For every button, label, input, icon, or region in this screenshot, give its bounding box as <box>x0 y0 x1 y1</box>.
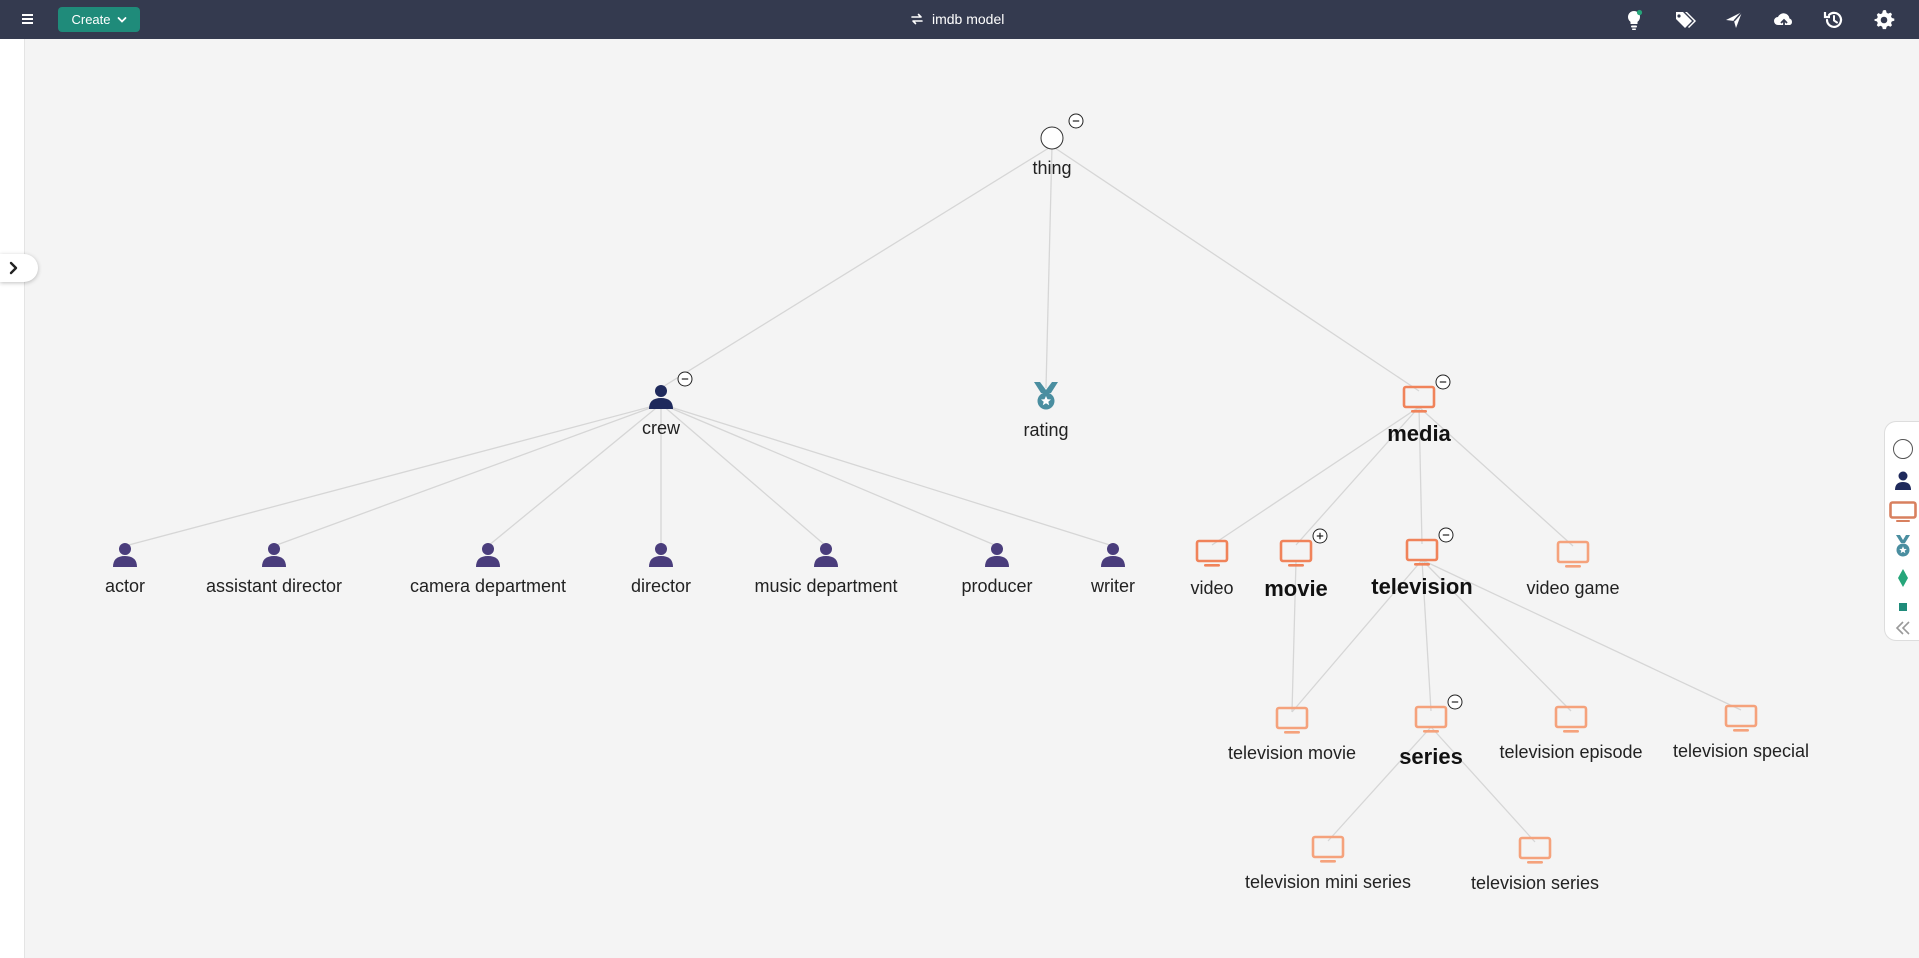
node-type-legend <box>1884 421 1919 641</box>
person-icon[interactable] <box>1892 469 1914 491</box>
node-label: thing <box>1032 158 1071 178</box>
double-chevron-left-icon[interactable] <box>1892 617 1914 639</box>
node-label: television mini series <box>1245 872 1411 892</box>
settings-gear-icon[interactable] <box>1872 8 1896 32</box>
square-icon[interactable] <box>1892 596 1914 618</box>
node-label: assistant director <box>206 576 342 596</box>
edge-crew-producer <box>660 403 998 547</box>
node-label: media <box>1387 421 1451 446</box>
edge-thing-media <box>1051 145 1420 392</box>
node-label: television <box>1371 574 1472 599</box>
graph-nodes: thing crew rating media actor assistant direc… <box>105 113 1809 893</box>
graph-node-media[interactable]: media <box>1387 374 1452 446</box>
graph-node-thing[interactable]: thing <box>1032 113 1084 178</box>
graph-node-music-department[interactable]: music department <box>754 543 898 596</box>
edge-crew-actor <box>124 403 662 547</box>
graph-node-movie[interactable]: movie <box>1264 528 1328 601</box>
graph-node-television-episode[interactable]: television episode <box>1499 705 1643 762</box>
sync-icon <box>911 13 923 25</box>
create-button[interactable]: Create <box>58 7 140 32</box>
node-label: actor <box>105 576 145 596</box>
chevron-down-icon <box>117 16 126 23</box>
graph-node-director[interactable]: director <box>631 543 691 596</box>
graph-node-assistant-director[interactable]: assistant director <box>206 543 342 596</box>
graph-node-television-special[interactable]: television special <box>1673 704 1809 761</box>
graph-canvas[interactable]: thing crew rating media actor assistant direc… <box>0 0 1919 958</box>
graph-node-writer[interactable]: writer <box>1090 543 1135 596</box>
collapse-node-icon[interactable] <box>1435 374 1451 390</box>
edge-thing-crew <box>660 145 1053 389</box>
diamond-icon[interactable] <box>1892 567 1914 589</box>
collapse-node-icon[interactable] <box>1438 527 1454 543</box>
graph-node-video[interactable]: video <box>1190 539 1234 598</box>
person-icon <box>113 543 137 567</box>
node-label: crew <box>642 418 681 438</box>
graph-node-television-movie[interactable]: television movie <box>1228 706 1356 763</box>
node-label: television series <box>1471 873 1599 893</box>
graph-node-video-game[interactable]: video game <box>1526 540 1620 598</box>
circle-icon <box>1040 126 1064 150</box>
graph-node-camera-department[interactable]: camera department <box>410 543 566 596</box>
chevron-right-icon <box>9 261 18 275</box>
graph-node-series[interactable]: series <box>1399 694 1463 769</box>
person-icon <box>649 385 673 409</box>
node-label: producer <box>961 576 1032 596</box>
tags-icon[interactable] <box>1672 8 1696 32</box>
expand-node-icon[interactable] <box>1312 528 1328 544</box>
model-title-text: imdb model <box>932 11 1005 27</box>
collapse-node-icon[interactable] <box>677 371 693 387</box>
graph-node-television-series[interactable]: television series <box>1471 836 1599 893</box>
node-label: television special <box>1673 741 1809 761</box>
left-sidebar-collapsed <box>0 39 25 958</box>
node-label: television episode <box>1499 742 1642 762</box>
hamburger-menu-icon[interactable] <box>18 8 40 30</box>
edge-thing-rating <box>1045 145 1053 389</box>
expand-sidebar-button[interactable] <box>0 254 38 282</box>
medal-icon[interactable] <box>1892 534 1914 557</box>
node-label: television movie <box>1228 743 1356 763</box>
monitor-icon[interactable] <box>1889 501 1917 523</box>
node-label: series <box>1399 744 1463 769</box>
circle-icon[interactable] <box>1892 438 1914 460</box>
node-label: video <box>1190 578 1233 598</box>
node-label: writer <box>1090 576 1135 596</box>
node-label: camera department <box>410 576 566 596</box>
graph-node-television-mini-series[interactable]: television mini series <box>1245 835 1411 892</box>
person-icon <box>1101 543 1125 567</box>
collapse-node-icon[interactable] <box>1447 694 1463 710</box>
person-icon <box>985 543 1009 567</box>
edge-crew-camera_department <box>487 403 662 547</box>
lightbulb-icon[interactable] <box>1622 8 1646 32</box>
graph-node-producer[interactable]: producer <box>961 543 1033 596</box>
person-icon <box>476 543 500 567</box>
person-icon <box>649 543 673 567</box>
edge-crew-assistant_director <box>273 403 662 547</box>
node-label: director <box>631 576 691 596</box>
history-icon[interactable] <box>1822 8 1846 32</box>
graph-node-actor[interactable]: actor <box>105 543 145 596</box>
edge-crew-music_department <box>660 403 827 547</box>
model-title[interactable]: imdb model <box>910 9 1004 29</box>
cloud-upload-icon[interactable] <box>1772 8 1796 32</box>
node-label: video game <box>1526 578 1619 598</box>
graph-node-rating[interactable]: rating <box>1023 382 1069 440</box>
person-icon <box>814 543 838 567</box>
node-label: rating <box>1023 420 1068 440</box>
node-label: music department <box>754 576 897 596</box>
graph-node-crew[interactable]: crew <box>642 371 693 438</box>
share-graph-icon[interactable] <box>1722 8 1746 32</box>
graph-edges <box>124 145 1742 843</box>
top-bar: Create imdb model <box>0 0 1919 39</box>
collapse-node-icon[interactable] <box>1068 113 1084 129</box>
create-label: Create <box>71 12 111 27</box>
node-label: movie <box>1264 576 1328 601</box>
person-icon <box>262 543 286 567</box>
